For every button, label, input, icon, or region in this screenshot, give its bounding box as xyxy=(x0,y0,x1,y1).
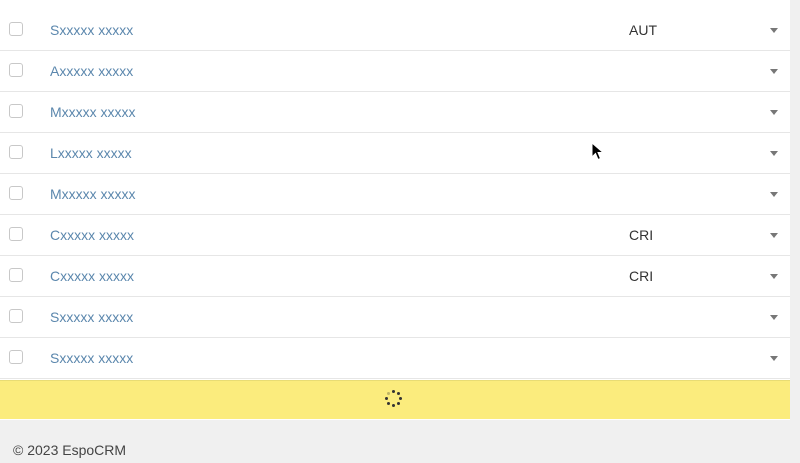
list-panel: Sxxxxx xxxxx AUT Axxxxx xxxxx Mxxxxx xxx… xyxy=(0,0,791,420)
record-name-link[interactable]: Axxxxx xxxxx xyxy=(50,62,133,80)
table-row: Cxxxxx xxxxx CRI xyxy=(0,256,790,297)
row-actions-dropdown-icon[interactable] xyxy=(770,151,778,156)
footer-copyright: © 2023 EspoCRM xyxy=(13,442,127,458)
table-row: Sxxxxx xxxxx xyxy=(0,297,790,338)
record-name-link[interactable]: Sxxxxx xxxxx xyxy=(50,21,133,39)
row-actions-dropdown-icon[interactable] xyxy=(770,110,778,115)
table-row: Mxxxxx xxxxx xyxy=(0,92,790,133)
record-code: CRI xyxy=(629,227,654,243)
row-actions-dropdown-icon[interactable] xyxy=(770,233,778,238)
row-checkbox[interactable] xyxy=(9,227,23,241)
record-name-link[interactable]: Lxxxxx xxxxx xyxy=(50,144,132,162)
row-checkbox[interactable] xyxy=(9,145,23,159)
spinner-icon xyxy=(385,390,403,408)
record-list: Sxxxxx xxxxx AUT Axxxxx xxxxx Mxxxxx xxx… xyxy=(0,10,790,379)
row-checkbox[interactable] xyxy=(9,63,23,77)
row-checkbox[interactable] xyxy=(9,268,23,282)
mouse-cursor-icon xyxy=(591,142,605,161)
row-checkbox[interactable] xyxy=(9,22,23,36)
table-row: Sxxxxx xxxxx xyxy=(0,338,790,379)
record-name-link[interactable]: Cxxxxx xxxxx xyxy=(50,226,134,244)
row-actions-dropdown-icon[interactable] xyxy=(770,28,778,33)
row-actions-dropdown-icon[interactable] xyxy=(770,192,778,197)
table-row: Sxxxxx xxxxx AUT xyxy=(0,10,790,51)
record-name-link[interactable]: Mxxxxx xxxxx xyxy=(50,103,136,121)
record-code: AUT xyxy=(629,22,657,38)
record-name-link[interactable]: Cxxxxx xxxxx xyxy=(50,267,134,285)
row-actions-dropdown-icon[interactable] xyxy=(770,356,778,361)
table-row: Lxxxxx xxxxx xyxy=(0,133,790,174)
table-row: Cxxxxx xxxxx CRI xyxy=(0,215,790,256)
table-row: Mxxxxx xxxxx xyxy=(0,174,790,215)
record-name-link[interactable]: Mxxxxx xxxxx xyxy=(50,185,136,203)
row-actions-dropdown-icon[interactable] xyxy=(770,274,778,279)
row-checkbox[interactable] xyxy=(9,350,23,364)
page-scroll-gutter xyxy=(790,0,800,463)
row-actions-dropdown-icon[interactable] xyxy=(770,315,778,320)
record-code: CRI xyxy=(629,268,654,284)
record-name-link[interactable]: Sxxxxx xxxxx xyxy=(50,308,133,326)
row-checkbox[interactable] xyxy=(9,186,23,200)
record-name-link[interactable]: Sxxxxx xxxxx xyxy=(50,349,133,367)
load-more-bar xyxy=(0,380,790,419)
row-actions-dropdown-icon[interactable] xyxy=(770,69,778,74)
row-checkbox[interactable] xyxy=(9,104,23,118)
row-checkbox[interactable] xyxy=(9,309,23,323)
table-row: Axxxxx xxxxx xyxy=(0,51,790,92)
